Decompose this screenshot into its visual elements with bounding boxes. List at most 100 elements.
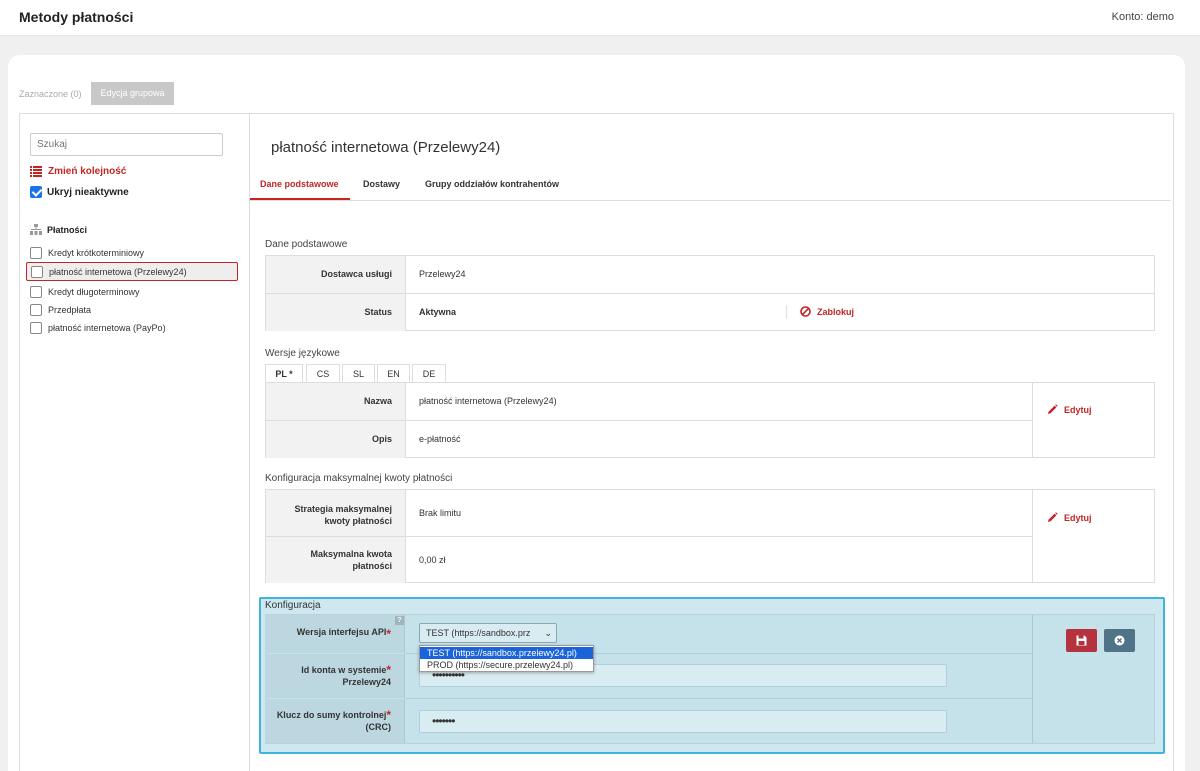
reorder-label: Zmień kolejność — [48, 166, 127, 177]
item-checkbox[interactable] — [30, 321, 42, 334]
limit-box: Strategia maksymalnej kwoty płatności Br… — [265, 489, 1155, 583]
required-mark: * — [386, 627, 391, 641]
description-label: Opis — [266, 421, 406, 458]
hide-inactive-checkbox[interactable] — [30, 186, 42, 198]
lang-tab-pl[interactable]: PL * — [265, 364, 303, 383]
max-label-line2: płatności — [352, 561, 392, 571]
selected-count: Zaznaczone (0) — [19, 89, 82, 99]
required-mark: * — [386, 708, 391, 722]
ban-icon — [800, 306, 811, 317]
hide-inactive-toggle[interactable]: Ukryj nieaktywne — [30, 186, 129, 198]
sidebar-item-prepayment[interactable]: Przedpłata — [30, 303, 91, 316]
required-mark: * — [386, 663, 391, 677]
api-version-dropdown: TEST (https://sandbox.przelewy24.pl) PRO… — [419, 645, 594, 672]
sidebar-item-long-credit[interactable]: Kredyt długoterminowy — [30, 285, 140, 298]
lang-tab-de[interactable]: DE — [412, 364, 446, 383]
cancel-button[interactable] — [1104, 629, 1135, 652]
basic-data-box: Dostawca usługi Przelewy24 Status Aktywn… — [265, 255, 1155, 331]
floppy-icon — [1076, 635, 1087, 646]
provider-value: Przelewy24 — [419, 269, 466, 279]
strategy-label-line2: kwoty płatności — [324, 516, 392, 526]
api-option-prod[interactable]: PROD (https://secure.przelewy24.pl) — [420, 659, 593, 671]
chevron-down-icon: ⌄ — [544, 628, 552, 638]
api-option-test[interactable]: TEST (https://sandbox.przelewy24.pl) — [420, 647, 593, 659]
close-icon — [1114, 635, 1125, 646]
section-lang-label: Wersje językowe — [265, 348, 340, 359]
edit-column-divider — [1032, 490, 1033, 583]
config-label: Konfiguracja — [265, 600, 321, 611]
detail-title: płatność internetowa (Przelewy24) — [271, 139, 501, 156]
lang-box: Nazwa płatność internetowa (Przelewy24) … — [265, 382, 1155, 458]
lang-tab-cs[interactable]: CS — [306, 364, 340, 383]
sidebar-item-paypo[interactable]: płatność internetowa (PayPo) — [30, 321, 166, 334]
pencil-icon — [1048, 512, 1058, 522]
search-input[interactable] — [30, 133, 223, 156]
account-label-line2: Przelewy24 — [342, 677, 391, 687]
tree-root-payments[interactable]: Płatności — [30, 224, 87, 235]
list-icon — [30, 166, 42, 177]
group-edit-button[interactable]: Edycja grupowa — [91, 82, 174, 105]
reorder-button[interactable]: Zmień kolejność — [30, 166, 126, 177]
account-label[interactable]: Konto: demo — [1112, 11, 1174, 23]
strategy-label: Strategia maksymalnej kwoty płatności — [266, 490, 406, 536]
help-icon[interactable]: ? — [395, 616, 404, 625]
item-checkbox[interactable] — [30, 285, 42, 298]
tab-deliveries[interactable]: Dostawy — [353, 172, 410, 200]
status-value: Aktywna — [419, 307, 457, 317]
crc-key-label: Klucz do sumy kontrolnej* (CRC) — [265, 699, 405, 743]
item-checkbox[interactable] — [30, 303, 42, 316]
max-amount-value: 0,00 zł — [419, 555, 446, 565]
sidebar-item-label: Przedpłata — [48, 304, 92, 315]
page-title: Metody płatności — [19, 9, 134, 25]
edit-lang-button[interactable]: Edytuj — [1047, 404, 1092, 415]
api-version-selected: TEST (https://sandbox.prz — [426, 628, 531, 638]
edit-limit-button[interactable]: Edytuj — [1047, 512, 1092, 523]
api-label-text: Wersja interfejsu API — [296, 627, 387, 637]
strategy-value: Brak limitu — [419, 508, 462, 518]
crc-label-line1: Klucz do sumy kontrolnej — [276, 710, 387, 720]
edit-column-divider — [1032, 383, 1033, 458]
sidebar-panel — [19, 113, 250, 771]
hierarchy-icon — [30, 224, 42, 235]
max-label-line1: Maksymalna kwota — [310, 549, 392, 559]
crc-key-input[interactable]: ••••••• — [419, 710, 947, 733]
name-value: płatność internetowa (Przelewy24) — [419, 396, 557, 406]
hide-inactive-label: Ukryj nieaktywne — [47, 186, 129, 198]
crc-label-line2: (CRC) — [365, 722, 392, 732]
tree-root-label: Płatności — [47, 224, 88, 235]
lang-tab-sl[interactable]: SL — [342, 364, 375, 383]
api-version-label: Wersja interfejsu API* — [265, 615, 405, 653]
status-divider — [786, 305, 787, 319]
section-limit-label: Konfiguracja maksymalnej kwoty płatności — [265, 473, 453, 484]
item-checkbox[interactable] — [31, 265, 43, 278]
account-label-line1: Id konta w systemie — [301, 665, 387, 675]
top-bar: Metody płatności Konto: demo — [0, 0, 1200, 36]
sidebar-item-label: Kredyt krótkoterminiowy — [48, 247, 145, 258]
block-button[interactable]: Zablokuj — [800, 306, 854, 317]
detail-tabs: Dane podstawowe Dostawy Grupy oddziałów … — [250, 172, 1171, 201]
save-button[interactable] — [1066, 629, 1097, 652]
lang-tab-en[interactable]: EN — [377, 364, 410, 383]
sidebar-item-short-credit[interactable]: Kredyt krótkoterminiowy — [30, 246, 144, 259]
sidebar-item-przelewy24[interactable]: płatność internetowa (Przelewy24) — [26, 262, 238, 281]
max-amount-label: Maksymalna kwota płatności — [266, 537, 406, 583]
tab-basic-data[interactable]: Dane podstawowe — [250, 172, 350, 200]
edit-label: Edytuj — [1064, 512, 1092, 523]
api-version-select[interactable]: TEST (https://sandbox.prz ⌄ — [419, 623, 557, 643]
status-label: Status — [266, 294, 406, 331]
edit-label: Edytuj — [1064, 404, 1092, 415]
account-id-label: Id konta w systemie* Przelewy24 — [265, 654, 405, 698]
item-checkbox[interactable] — [30, 246, 42, 259]
config-column-divider — [1032, 615, 1033, 743]
row-divider — [406, 698, 1032, 699]
sidebar-item-label: płatność internetowa (Przelewy24) — [49, 266, 187, 277]
tab-branch-groups[interactable]: Grupy oddziałów kontrahentów — [415, 172, 569, 200]
pencil-icon — [1048, 404, 1058, 414]
name-label: Nazwa — [266, 383, 406, 420]
block-label: Zablokuj — [817, 306, 855, 317]
section-basic-label: Dane podstawowe — [265, 239, 348, 250]
sidebar-item-label: płatność internetowa (PayPo) — [48, 322, 166, 333]
sidebar-item-label: Kredyt długoterminowy — [48, 286, 140, 297]
description-value: e-płatność — [419, 434, 461, 444]
strategy-label-line1: Strategia maksymalnej — [294, 504, 392, 514]
